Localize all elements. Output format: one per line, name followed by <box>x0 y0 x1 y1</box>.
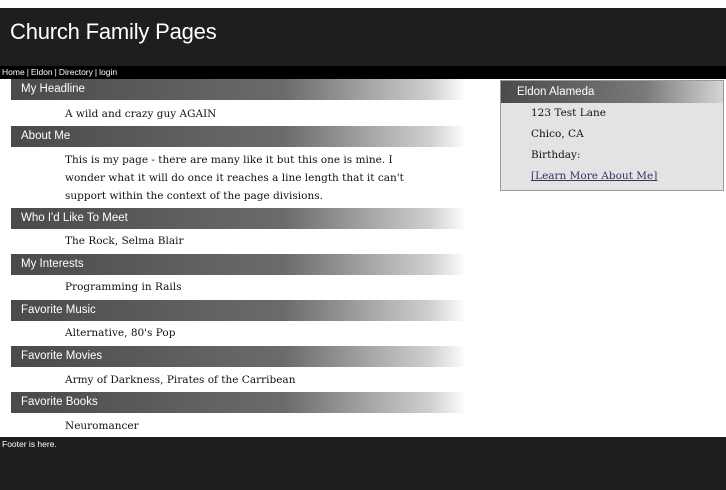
section-heading-books: Favorite Books <box>11 392 466 413</box>
site-title: Church Family Pages <box>10 19 217 44</box>
top-strip <box>0 0 726 8</box>
section-heading-music: Favorite Music <box>11 300 466 321</box>
learn-more-link[interactable]: [Learn More About Me] <box>531 170 657 182</box>
nav-link-home[interactable]: Home <box>2 67 25 77</box>
section-body-music: Alternative, 80's Pop <box>65 327 176 339</box>
nav-bar: Home | Eldon | Directory | login <box>0 66 726 79</box>
section-body-about-me: This is my page - there are many like it… <box>65 154 404 202</box>
site-footer: Footer is here. <box>0 437 726 490</box>
nav-separator: | <box>54 67 57 77</box>
nav-link-login[interactable]: login <box>99 67 117 77</box>
section-heading-headline: My Headline <box>11 79 466 100</box>
section-body-who-to-meet: The Rock, Selma Blair <box>65 235 184 247</box>
sidebar-learn-more: [Learn More About Me] <box>501 166 723 187</box>
section-body-headline: A wild and crazy guy AGAIN <box>65 108 217 120</box>
sidebar-city: Chico, CA <box>531 128 584 140</box>
nav-link-directory[interactable]: Directory <box>59 67 93 77</box>
section-heading-who-to-meet: Who I'd Like To Meet <box>11 208 466 229</box>
section-heading-about-me: About Me <box>11 126 466 147</box>
nav-link-eldon[interactable]: Eldon <box>31 67 53 77</box>
site-header: Church Family Pages <box>0 8 726 66</box>
section-body-books: Neuromancer <box>65 420 139 432</box>
section-body-interests: Programming in Rails <box>65 281 182 293</box>
sidebar-birthday: Birthday: <box>531 149 581 161</box>
nav-separator: | <box>26 67 29 77</box>
section-heading-movies: Favorite Movies <box>11 346 466 367</box>
profile-sidebar: Eldon Alameda 123 Test Lane Chico, CA Bi… <box>500 80 724 191</box>
nav-separator: | <box>94 67 98 77</box>
footer-text: Footer is here. <box>2 439 57 449</box>
sidebar-address: 123 Test Lane <box>531 107 606 119</box>
section-body-movies: Army of Darkness, Pirates of the Carribe… <box>65 374 296 386</box>
sidebar-name: Eldon Alameda <box>501 81 723 103</box>
section-heading-interests: My Interests <box>11 254 466 275</box>
